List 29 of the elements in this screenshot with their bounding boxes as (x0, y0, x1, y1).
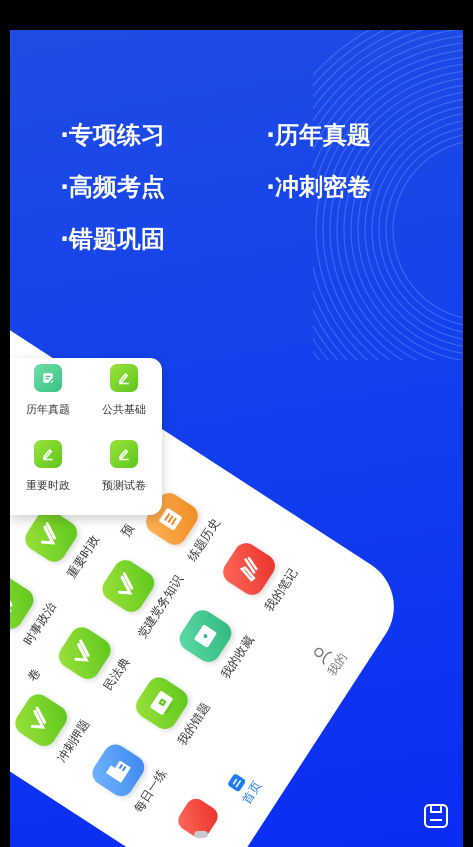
item-label: 每日一练 (130, 766, 170, 816)
page-indicator (194, 831, 208, 838)
save-icon[interactable] (423, 803, 449, 829)
item-label: 预 (117, 521, 138, 540)
feature-text: ·专项练习 (60, 120, 166, 151)
pen-icon[interactable] (110, 364, 138, 392)
item-label: 历年真题 (26, 402, 70, 417)
notepad-icon[interactable] (34, 364, 62, 392)
item-label: 重要时政 (26, 478, 70, 492)
nav-tab[interactable]: 我的 (307, 639, 352, 680)
item-label: 重要时政 (63, 532, 103, 582)
pen-icon[interactable] (110, 440, 138, 468)
feature-text: ·高频考点 (60, 172, 166, 203)
pen-icon[interactable] (34, 440, 62, 468)
item-label: 冲刺押题 (53, 716, 94, 766)
item-label: 练题历史 (184, 515, 224, 565)
item-label: 我的笔记 (261, 565, 301, 615)
item-label: 预测试卷 (102, 478, 146, 492)
item-label: 民法典 (100, 654, 134, 694)
item-label: 党建党务知识 (134, 572, 187, 642)
nav-tab[interactable]: 首页 (223, 768, 266, 808)
item-label: 卷 (24, 665, 44, 685)
feature-text: ·错题巩固 (60, 224, 166, 255)
item-label: 我的错题 (174, 699, 214, 749)
item-label: 时事政治 (20, 599, 60, 649)
feature-text: ·冲刺密卷 (266, 172, 372, 203)
item-label: 公共基础 (102, 402, 146, 417)
feature-text: ·历年真题 (266, 120, 372, 151)
item-label: 我的收藏 (218, 632, 258, 682)
